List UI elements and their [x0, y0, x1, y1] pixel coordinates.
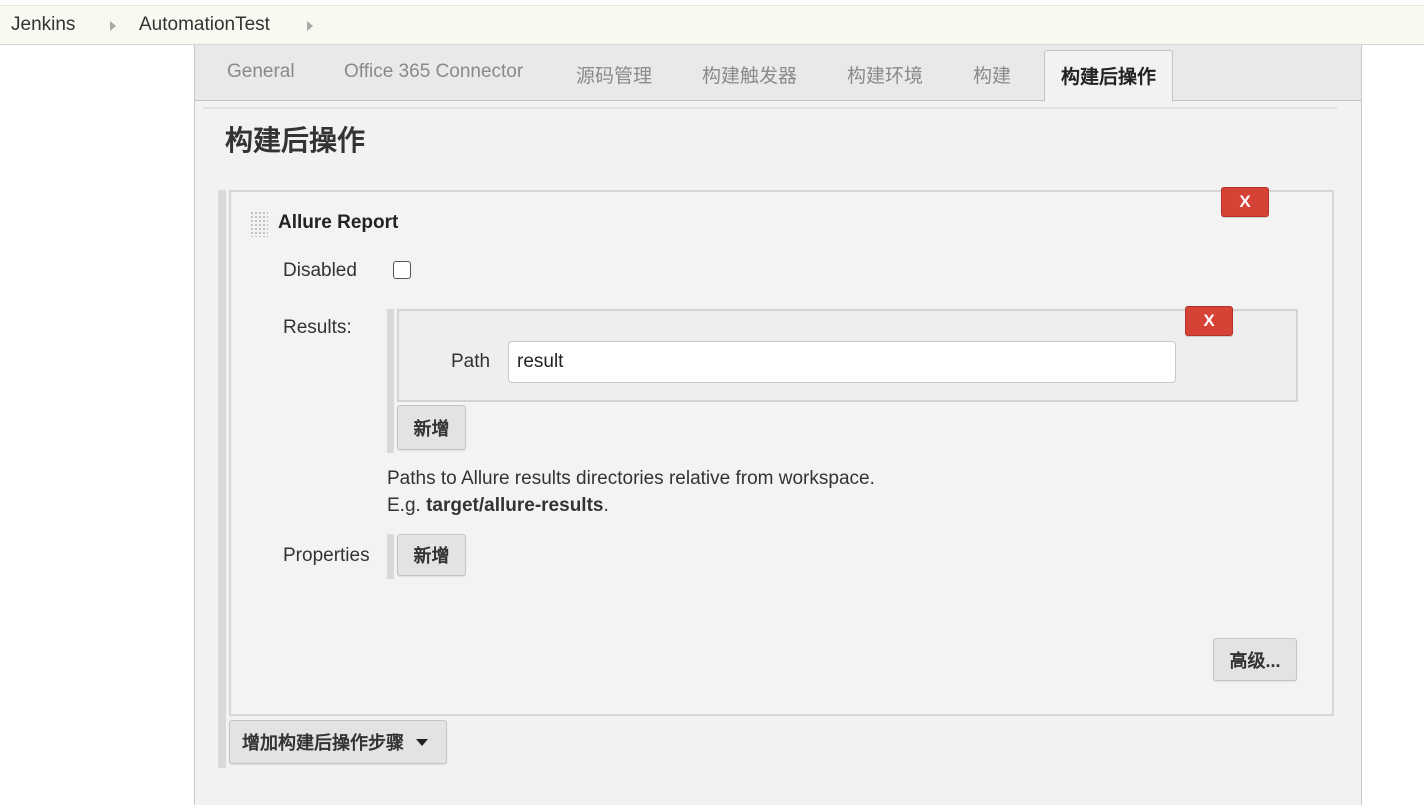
allure-report-step: Allure Report X Disabled Results: X Path…	[229, 187, 1334, 716]
config-tabbar: General Office 365 Connector 源码管理 构建触发器 …	[195, 45, 1361, 102]
disabled-label: Disabled	[283, 260, 357, 281]
tab-divider	[203, 107, 1337, 109]
path-input[interactable]	[508, 341, 1176, 383]
step-drag-bar	[218, 190, 226, 768]
properties-drag-bar	[387, 534, 394, 579]
config-panel: General Office 365 Connector 源码管理 构建触发器 …	[194, 45, 1362, 805]
tab-post-build-actions[interactable]: 构建后操作	[1044, 50, 1174, 102]
breadcrumb-arrow-icon[interactable]	[110, 21, 116, 31]
drag-handle-icon[interactable]	[250, 211, 268, 237]
tab-build[interactable]: 构建	[973, 61, 1011, 88]
help-example-path: target/allure-results	[426, 495, 604, 516]
properties-label: Properties	[283, 545, 370, 566]
tab-build-triggers[interactable]: 构建触发器	[702, 61, 797, 88]
breadcrumb: Jenkins AutomationTest	[0, 5, 1424, 45]
path-label: Path	[451, 351, 491, 372]
breadcrumb-item-job[interactable]: AutomationTest	[139, 14, 270, 36]
disabled-checkbox[interactable]	[393, 261, 411, 279]
breadcrumb-item-jenkins[interactable]: Jenkins	[11, 14, 75, 36]
results-drag-bar	[387, 309, 394, 453]
caret-down-icon	[416, 738, 428, 746]
tab-build-environment[interactable]: 构建环境	[847, 61, 923, 88]
add-property-button[interactable]: 新增	[397, 534, 466, 576]
help-prefix: E.g.	[387, 495, 427, 516]
step-title: Allure Report	[278, 212, 399, 233]
delete-step-button[interactable]: X	[1221, 187, 1269, 217]
results-help-example: E.g. target/allure-results.	[387, 495, 609, 517]
add-post-build-step-button[interactable]: 增加构建后操作步骤	[229, 720, 447, 764]
tab-office365-connector[interactable]: Office 365 Connector	[344, 61, 523, 83]
add-result-button[interactable]: 新增	[397, 405, 466, 450]
advanced-button[interactable]: 高级...	[1213, 638, 1297, 681]
help-suffix: .	[603, 495, 609, 516]
results-label: Results:	[283, 317, 352, 338]
add-step-label: 增加构建后操作步骤	[242, 733, 404, 753]
results-help-text: Paths to Allure results directories rela…	[387, 468, 875, 489]
tab-general[interactable]: General	[227, 61, 295, 83]
delete-result-button[interactable]: X	[1185, 306, 1233, 336]
breadcrumb-arrow-icon[interactable]	[307, 21, 313, 31]
tab-source-management[interactable]: 源码管理	[576, 61, 652, 88]
section-title: 构建后操作	[225, 125, 366, 156]
results-entry: X Path	[397, 306, 1298, 402]
